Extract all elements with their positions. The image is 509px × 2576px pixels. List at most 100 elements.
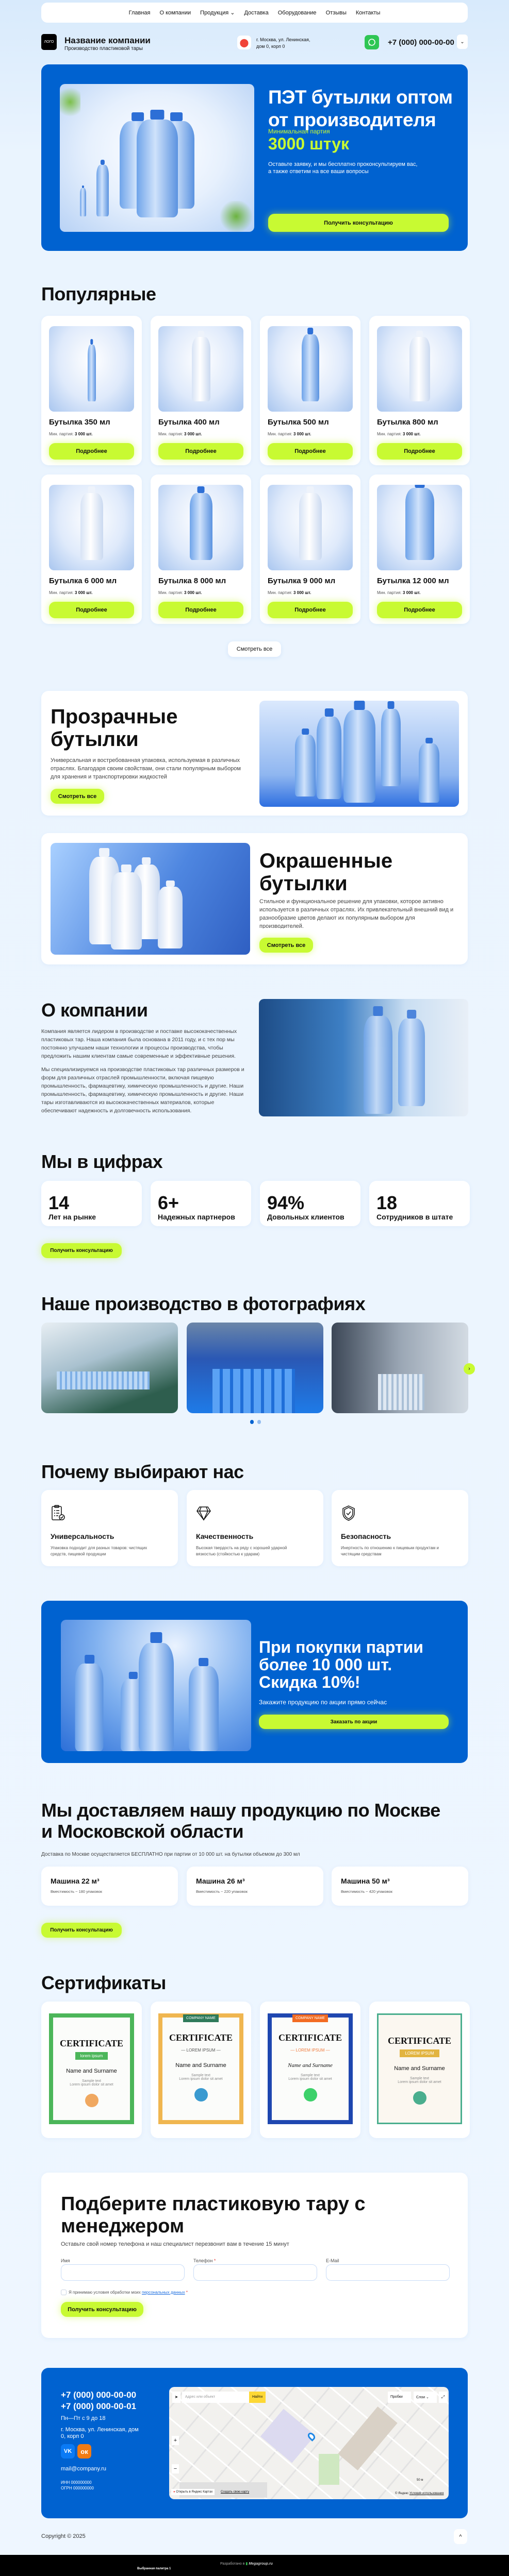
- scroll-to-top-button[interactable]: ^: [454, 2529, 467, 2544]
- nav-contacts[interactable]: Контакты: [356, 10, 381, 16]
- cert-ribbon: lorem ipsum: [75, 2052, 108, 2060]
- min-batch-label: Мин. партия:: [268, 432, 292, 436]
- advantage-card: Качественность Высокая твердость на ряду …: [187, 1490, 323, 1566]
- product-details-button[interactable]: Подробнее: [158, 443, 243, 460]
- product-image[interactable]: [49, 326, 134, 412]
- gallery-photo[interactable]: [41, 1323, 178, 1413]
- cert-ribbon: — LOREM IPSUM —: [290, 2048, 330, 2053]
- create-map-link[interactable]: Создать свою карту: [221, 2490, 249, 2494]
- gallery-next-button[interactable]: ›: [464, 1363, 475, 1375]
- hero-consult-button[interactable]: Получить консультацию: [268, 214, 449, 232]
- promo-title-line: более 10 000 шт.: [259, 1655, 392, 1674]
- view-all-products-button[interactable]: Смотреть все: [228, 641, 281, 657]
- gallery-dot-active[interactable]: [250, 1420, 254, 1424]
- product-details-button[interactable]: Подробнее: [377, 443, 462, 460]
- gallery-dot[interactable]: [257, 1420, 261, 1424]
- nav-about[interactable]: О компании: [159, 10, 191, 16]
- about-paragraph: Мы специализируемся на производстве плас…: [41, 1066, 244, 1114]
- name-label: Имя: [61, 2258, 70, 2263]
- seal-icon: [194, 2088, 208, 2102]
- product-details-button[interactable]: Подробнее: [49, 443, 134, 460]
- seal-icon: [303, 2088, 317, 2102]
- email-input[interactable]: [326, 2264, 450, 2281]
- certificate-card[interactable]: CERTIFICATE LOREM IPSUM Name and Surname…: [369, 2002, 470, 2138]
- category-text: Стильное и функциональное решение для уп…: [259, 899, 454, 928]
- map-traffic-button[interactable]: Пробки: [388, 2392, 411, 2403]
- map-zoom-in-button[interactable]: +: [172, 2436, 179, 2445]
- developed-by[interactable]: Разработано в ▮ Megagroup.ru: [220, 2562, 273, 2566]
- map-fullscreen-button[interactable]: ⤢: [439, 2392, 447, 2403]
- cert-lorem: Lorem ipsum dolor sit amet: [398, 2080, 441, 2084]
- cert-ribbon: LOREM IPSUM: [400, 2049, 439, 2057]
- header-phone[interactable]: +7 (000) 000-00-00: [388, 38, 454, 47]
- map-search-input[interactable]: Адрес или объект: [182, 2392, 249, 2403]
- whatsapp-icon[interactable]: [365, 35, 379, 49]
- category-view-all-button[interactable]: Смотреть все: [259, 938, 313, 953]
- nav-home[interactable]: Главная: [129, 10, 151, 16]
- product-image[interactable]: [377, 485, 462, 570]
- promo-order-button[interactable]: Заказать по акции: [259, 1715, 449, 1729]
- footer-phone[interactable]: +7 (000) 000-00-00: [61, 2390, 136, 2400]
- certificate-card[interactable]: COMPANY NAME CERTIFICATE — LOREM IPSUM —…: [260, 2002, 360, 2138]
- category-view-all-button[interactable]: Смотреть все: [51, 789, 104, 804]
- min-batch-value: 3 000 шт.: [184, 432, 202, 436]
- map-layers-button[interactable]: Слои ⌄: [414, 2392, 437, 2403]
- stat-label: Сотрудников в штате: [376, 1213, 453, 1221]
- product-image[interactable]: [268, 326, 353, 412]
- nav-equipment[interactable]: Оборудование: [278, 10, 317, 16]
- name-input[interactable]: [61, 2264, 185, 2281]
- phone-dropdown-button[interactable]: ⌄: [457, 35, 468, 49]
- category-card-clear: Прозрачные бутылки Универсальная и востре…: [41, 691, 468, 816]
- map-search-button[interactable]: Найти: [249, 2392, 266, 2403]
- cert-heading: CERTIFICATE: [169, 2032, 233, 2043]
- gallery-photo[interactable]: [187, 1323, 323, 1413]
- vk-icon[interactable]: VK: [61, 2444, 75, 2459]
- form-title-line: Подберите пластиковую тару с: [61, 2193, 366, 2215]
- stat-card: 14 Лет на рынке: [41, 1181, 142, 1226]
- consent-checkbox[interactable]: [61, 2290, 67, 2295]
- hero-text-line: а также ответим на все ваши вопросы: [268, 168, 369, 175]
- diamond-icon: [195, 1504, 212, 1524]
- certificate-card[interactable]: COMPANY NAME CERTIFICATE — LOREM IPSUM —…: [151, 2002, 251, 2138]
- product-details-button[interactable]: Подробнее: [268, 602, 353, 618]
- stats-consult-button[interactable]: Получить консультацию: [41, 1243, 122, 1258]
- open-in-yandex-link[interactable]: ● Открыть в Яндекс Картах: [171, 2489, 215, 2495]
- yandex-map[interactable]: Адрес или объект Найти ➤ Пробки Слои ⌄ ⤢…: [169, 2387, 449, 2499]
- footer-email[interactable]: mail@company.ru: [61, 2466, 106, 2472]
- certificate-image: CERTIFICATE lorem ipsum Name and Surname…: [49, 2013, 134, 2124]
- cert-lorem: Lorem ipsum dolor sit amet: [70, 2083, 113, 2087]
- phone-input[interactable]: [193, 2264, 317, 2281]
- product-image[interactable]: [158, 326, 243, 412]
- map-locate-button[interactable]: ➤: [172, 2392, 180, 2403]
- advantage-text: Высокая твердость на ряду с хорошей удар…: [196, 1546, 287, 1556]
- logo[interactable]: ЛОГО: [41, 34, 57, 50]
- odnoklassniki-icon[interactable]: ок: [77, 2444, 91, 2459]
- product-details-button[interactable]: Подробнее: [158, 602, 243, 618]
- product-card: Бутылка 6 000 мл Мин. партия: 3 000 шт. …: [41, 474, 142, 624]
- truck-name: Машина 22 м³: [51, 1877, 100, 1885]
- product-image[interactable]: [377, 326, 462, 412]
- product-image[interactable]: [268, 485, 353, 570]
- stats-title: Мы в цифрах: [41, 1151, 163, 1172]
- map-zoom-out-button[interactable]: −: [172, 2464, 179, 2473]
- form-submit-button[interactable]: Получить консультацию: [61, 2302, 143, 2317]
- nav-delivery[interactable]: Доставка: [244, 10, 268, 16]
- product-details-button[interactable]: Подробнее: [268, 443, 353, 460]
- product-details-button[interactable]: Подробнее: [377, 602, 462, 618]
- nav-reviews[interactable]: Отзывы: [326, 10, 347, 16]
- delivery-consult-button[interactable]: Получить консультацию: [41, 1923, 122, 1938]
- category-title: Окрашенные бутылки: [259, 850, 392, 895]
- product-card: Бутылка 9 000 мл Мин. партия: 3 000 шт. …: [260, 474, 360, 624]
- category-title-line: Окрашенные: [259, 850, 393, 872]
- nav-products[interactable]: Продукция ⌄: [200, 9, 235, 16]
- product-details-button[interactable]: Подробнее: [49, 602, 134, 618]
- cert-name: Name and Surname: [175, 2062, 226, 2069]
- product-image[interactable]: [158, 485, 243, 570]
- gallery-photo[interactable]: [332, 1323, 468, 1413]
- personal-data-link[interactable]: персональных данных: [142, 2290, 185, 2295]
- truck-name: Машина 26 м³: [196, 1877, 245, 1885]
- certificate-card[interactable]: CERTIFICATE lorem ipsum Name and Surname…: [41, 2002, 142, 2138]
- map-terms-link[interactable]: Условия использования: [409, 2492, 444, 2495]
- footer-phone[interactable]: +7 (000) 000-00-01: [61, 2401, 136, 2412]
- product-image[interactable]: [49, 485, 134, 570]
